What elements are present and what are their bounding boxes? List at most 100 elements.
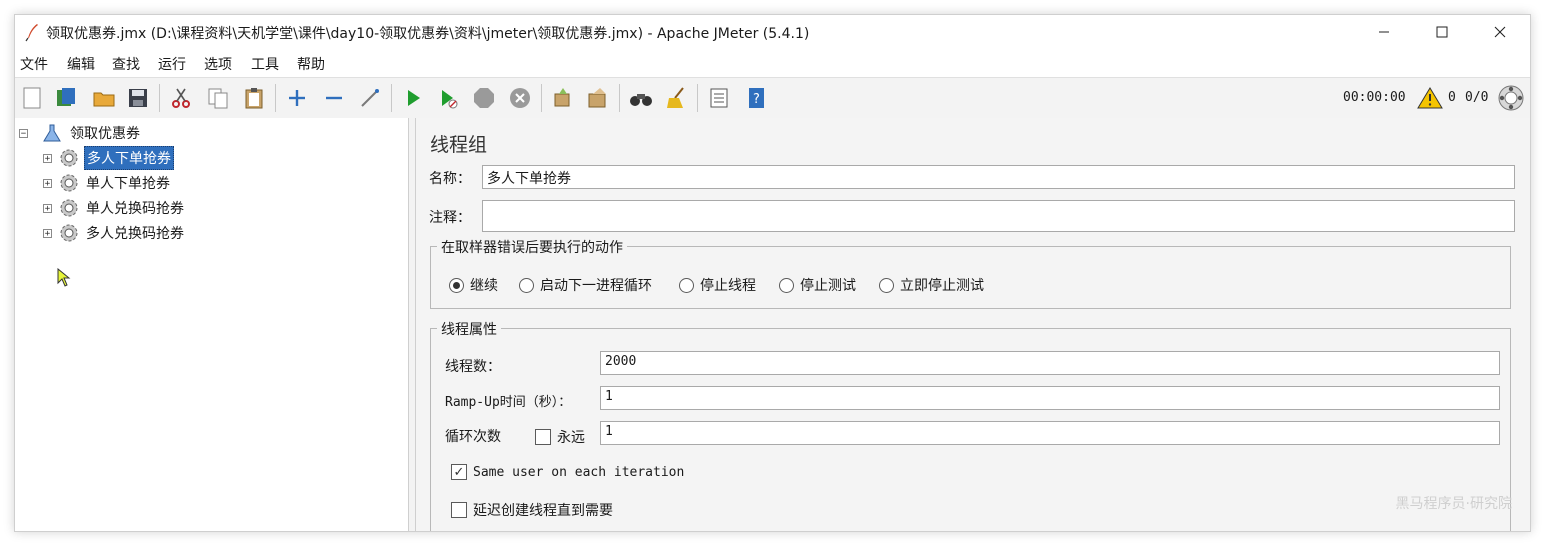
collapse-node-icon[interactable]: − [19,128,28,138]
tree-item[interactable]: + 单人兑换码抢券 [43,197,186,219]
function-helper-button[interactable] [704,83,734,113]
menu-file[interactable]: 文件 [20,54,48,74]
copy-icon [208,88,228,109]
new-file-icon [23,87,41,109]
radio-indicator [449,277,464,293]
search-button[interactable] [626,83,656,113]
save-disk-icon [129,89,147,107]
expand-node-icon[interactable]: + [43,203,52,213]
maximize-button[interactable] [1413,15,1471,49]
loop-count-field[interactable]: 1 [600,421,1500,445]
toolbar-separator [275,84,276,112]
maximize-icon [1436,26,1448,38]
forever-label: 永远 [557,430,585,446]
play-icon [408,90,420,106]
delay-thread-checkbox[interactable]: 延迟创建线程直到需要 [451,500,613,520]
expand-node-icon[interactable]: + [43,228,52,238]
thread-count-label: 线程数： [445,359,501,375]
expand-all-button[interactable] [282,83,312,113]
binoculars-icon [630,94,652,106]
broom-icon [667,87,684,108]
open-folder-icon [93,92,115,107]
warning-triangle-icon[interactable] [1417,86,1443,110]
tree-item[interactable]: + 多人下单抢券 [43,146,174,170]
radio-indicator [879,277,894,293]
tree-item[interactable]: + 多人兑换码抢券 [43,222,186,244]
thread-count-field[interactable]: 2000 [600,351,1500,375]
menu-bar: 文件 编辑 查找 运行 选项 工具 帮助 [15,49,1530,77]
menu-help[interactable]: 帮助 [297,54,325,74]
templates-button[interactable] [51,83,81,113]
close-button[interactable] [1471,15,1529,49]
menu-edit[interactable]: 编辑 [67,54,95,74]
test-plan-flask-icon [43,124,61,142]
pane-splitter[interactable] [409,118,416,531]
radio-stop-test-now[interactable]: 立即停止测试 [879,275,984,295]
clear-all-icon [588,88,606,108]
minimize-button[interactable] [1355,15,1413,49]
reset-search-button[interactable] [662,83,692,113]
same-user-checkbox[interactable]: ✓ Same user on each iteration [451,464,684,480]
radio-start-next-loop[interactable]: 启动下一进程循环 [519,275,652,295]
menu-search[interactable]: 查找 [112,54,140,74]
rampup-label: Ramp-Up时间（秒）： [445,395,572,410]
radio-label: 启动下一进程循环 [540,278,652,294]
radio-continue[interactable]: 继续 [449,275,498,295]
forever-checkbox[interactable]: 永远 [535,427,585,447]
tree-item-label-selected: 多人下单抢券 [84,146,174,170]
radio-label: 停止线程 [700,278,756,294]
thread-properties-title: 线程属性 [437,319,501,339]
start-no-pauses-button[interactable] [433,83,463,113]
new-button[interactable] [17,83,47,113]
templates-icon [57,88,75,106]
start-button[interactable] [398,83,428,113]
radio-stop-thread[interactable]: 停止线程 [679,275,756,295]
jmeter-feather-icon [25,24,38,42]
cut-button[interactable] [166,83,196,113]
radio-indicator [679,277,694,293]
stop-button[interactable] [469,83,499,113]
expand-node-icon[interactable]: + [43,153,52,163]
toolbar-separator [697,84,698,112]
paste-clipboard-icon [245,88,263,109]
panel-title: 线程组 [430,134,488,156]
minus-icon [326,96,342,100]
stop-icon [474,88,494,108]
watermark: 黑马程序员·研究院 [1395,496,1512,512]
jmeter-window: 领取优惠券.jmx (D:\课程资料\天机学堂\课件\day10-领取优惠券\资… [14,14,1531,532]
radio-label: 继续 [470,278,498,294]
thread-group-gear-icon [60,199,78,217]
sampler-error-title: 在取样器错误后要执行的动作 [437,237,627,257]
thread-group-gear-icon [60,174,78,192]
comment-field[interactable] [482,200,1515,232]
active-threads: 0/0 [1465,90,1489,105]
expand-node-icon[interactable]: + [43,178,52,188]
menu-run[interactable]: 运行 [158,54,186,74]
paste-button[interactable] [239,83,269,113]
menu-options[interactable]: 选项 [204,54,232,74]
elapsed-timer: 00:00:00 [1343,90,1406,105]
radio-stop-test[interactable]: 停止测试 [779,275,856,295]
thread-group-gear-icon [60,149,78,167]
remote-status-icon [1498,85,1524,111]
rampup-field[interactable]: 1 [600,386,1500,410]
clear-all-button[interactable] [583,83,613,113]
collapse-all-button[interactable] [319,83,349,113]
minimize-icon [1379,31,1389,33]
name-field[interactable]: 多人下单抢券 [482,165,1515,189]
save-button[interactable] [123,83,153,113]
radio-indicator [519,277,534,293]
clear-button[interactable] [548,83,578,113]
toggle-button[interactable] [355,83,385,113]
copy-button[interactable] [203,83,233,113]
shutdown-button[interactable] [505,83,535,113]
open-button[interactable] [89,83,119,113]
title-bar: 领取优惠券.jmx (D:\课程资料\天机学堂\课件\day10-领取优惠券\资… [15,15,1530,49]
tree-root[interactable]: − 领取优惠券 [19,122,142,144]
toolbar-separator [391,84,392,112]
menu-tools[interactable]: 工具 [251,54,279,74]
tree-item-label: 单人下单抢券 [86,176,170,192]
same-user-label: Same user on each iteration [473,464,685,480]
tree-item[interactable]: + 单人下单抢券 [43,172,172,194]
help-button[interactable]: ? [741,83,771,113]
